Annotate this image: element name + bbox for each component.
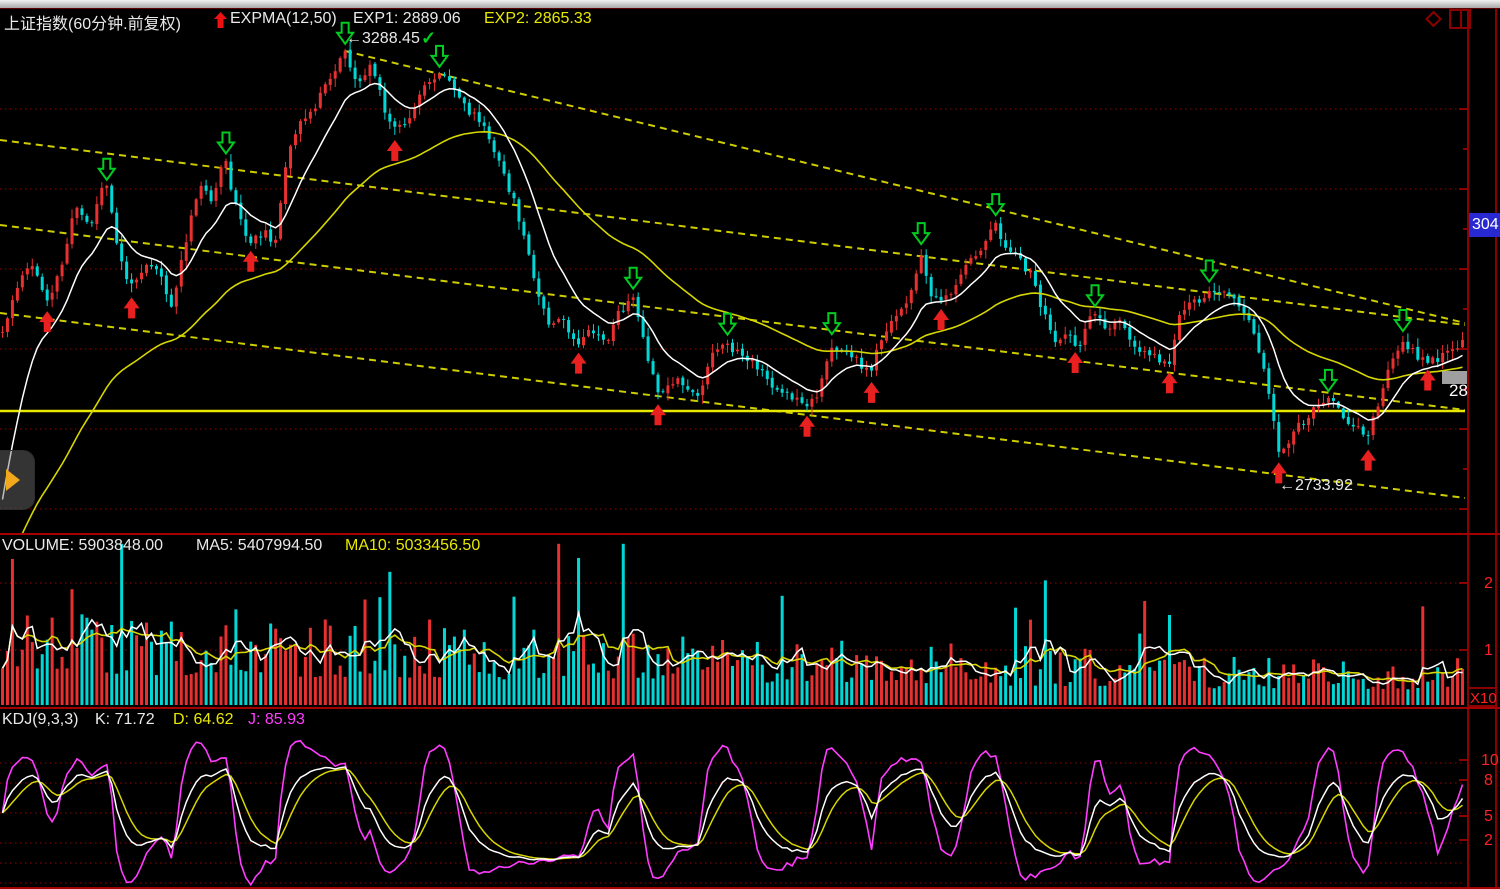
play-icon (6, 469, 20, 491)
svg-text:X10: X10 (1470, 690, 1497, 707)
window-top-strip (0, 0, 1500, 8)
exp2-value: EXP2: 2865.33 (484, 10, 592, 28)
symbol-title: 上证指数(60分钟.前复权) (4, 10, 181, 34)
volume-value: VOLUME: 5903848.00 (2, 537, 163, 555)
main-chart[interactable] (0, 9, 1500, 533)
check-icon: ✓ (421, 28, 436, 49)
split-window-icon[interactable] (1449, 9, 1472, 29)
volume-ma10: MA10: 5033456.50 (345, 537, 480, 555)
svg-text:5: 5 (1484, 808, 1493, 825)
kdj-d-value: D: 64.62 (173, 711, 233, 729)
panel-resize-divider[interactable] (0, 533, 1500, 535)
indicator-name: EXPMA(12,50) (230, 10, 337, 28)
price-axis-badge: 304 (1469, 213, 1500, 237)
panel-flap[interactable] (0, 450, 35, 510)
svg-text:8: 8 (1484, 772, 1493, 789)
svg-text:2: 2 (1484, 832, 1493, 849)
panel-resize-divider[interactable] (0, 707, 1500, 709)
peak-annotation: ←3288.45 (346, 30, 420, 48)
kdj-chart[interactable]: 10 8 5 2 (0, 709, 1500, 887)
svg-text:2: 2 (1484, 575, 1493, 592)
kdj-name: KDJ(9,3,3) (2, 711, 78, 729)
volume-ma5: MA5: 5407994.50 (196, 537, 322, 555)
diamond-icon[interactable] (1424, 9, 1443, 29)
chart-application-window: 上证指数(60分钟.前复权) EXPMA(12,50) EXP1: 2889.0… (0, 0, 1500, 889)
up-arrow-icon (214, 12, 227, 28)
exp1-value: EXP1: 2889.06 (353, 10, 461, 28)
kdj-k-value: K: 71.72 (95, 711, 155, 729)
svg-text:1: 1 (1484, 642, 1493, 659)
kdj-j-value: J: 85.93 (248, 711, 305, 729)
svg-text:10: 10 (1481, 752, 1499, 769)
low-annotation: ←2733.92 (1279, 477, 1353, 495)
volume-chart[interactable]: 2 1 X10 (0, 535, 1500, 707)
current-price-label: 28 (1449, 381, 1468, 401)
